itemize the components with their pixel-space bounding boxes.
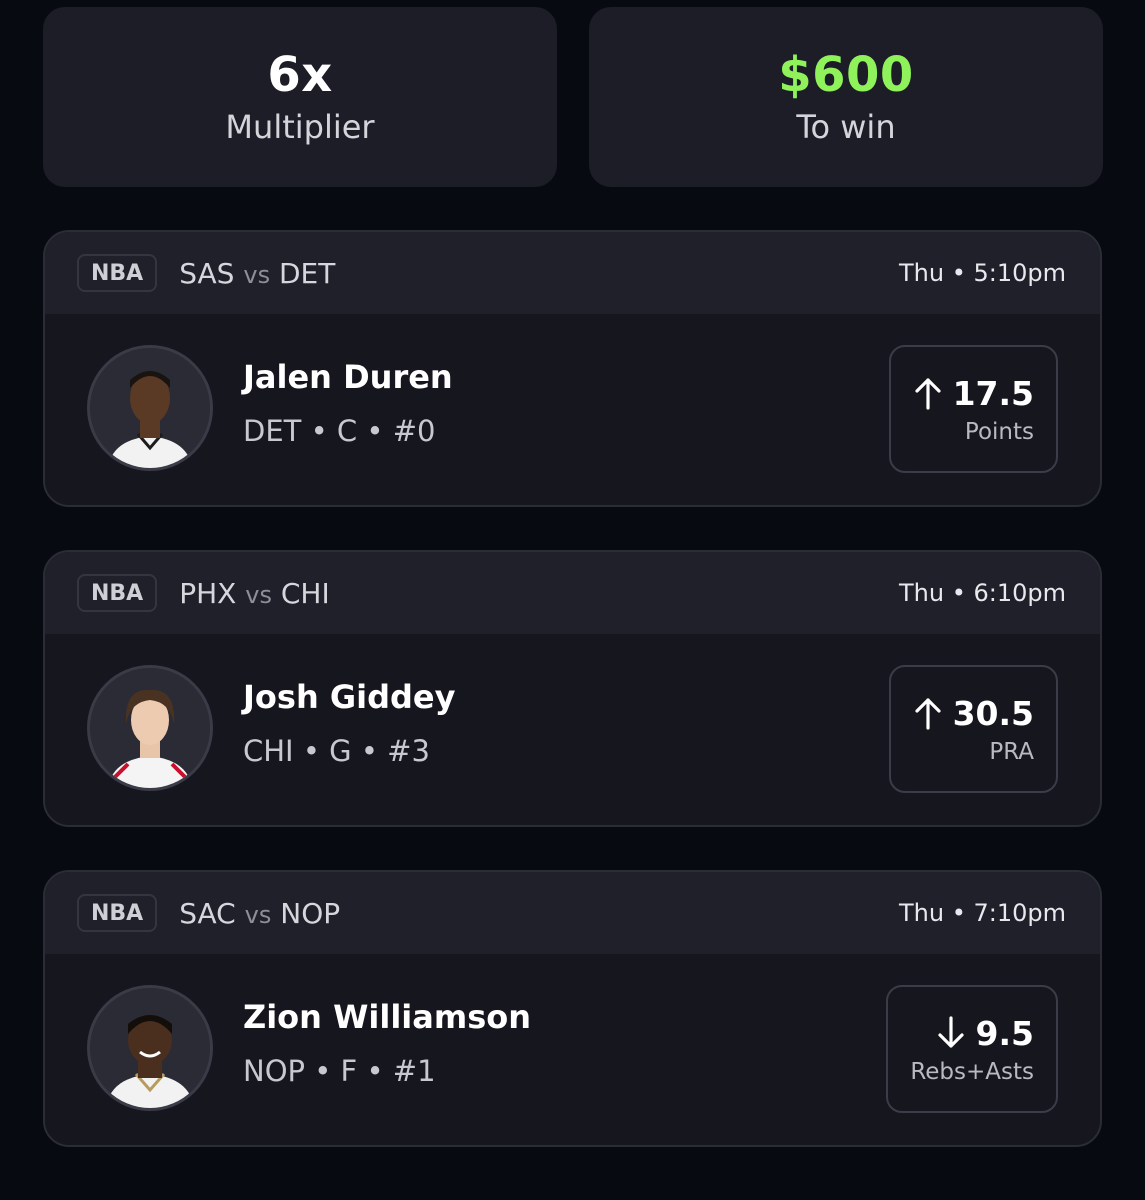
vs-label: vs bbox=[244, 900, 272, 929]
pick-card[interactable]: NBA SAC vs NOP Thu • 7:10pm Zion William… bbox=[43, 870, 1102, 1147]
payout-box: $600 To win bbox=[589, 7, 1103, 187]
league-badge: NBA bbox=[77, 574, 158, 612]
matchup: SAS vs DET bbox=[179, 257, 335, 290]
matchup: PHX vs CHI bbox=[179, 577, 330, 610]
line-value: 9.5 bbox=[975, 1013, 1034, 1053]
arrow-up-icon bbox=[914, 378, 941, 410]
league-badge: NBA bbox=[77, 894, 158, 932]
vs-label: vs bbox=[245, 580, 272, 609]
game-time: Thu • 6:10pm bbox=[898, 579, 1066, 607]
matchup: SAC vs NOP bbox=[179, 897, 340, 930]
pick-card-body: Josh Giddey CHI • G • #3 30.5 PRA bbox=[45, 634, 1100, 825]
pick-card-body: Zion Williamson NOP • F • #1 9.5 Rebs+As… bbox=[45, 954, 1100, 1145]
pick-card-header: NBA PHX vs CHI Thu • 6:10pm bbox=[45, 552, 1100, 634]
multiplier-value: 6x bbox=[267, 47, 333, 103]
player-meta: CHI • G • #3 bbox=[243, 734, 430, 768]
away-team: NOP bbox=[280, 896, 341, 930]
pick-card[interactable]: NBA SAS vs DET Thu • 5:10pm Jalen Duren bbox=[43, 230, 1102, 507]
player-name: Zion Williamson bbox=[243, 998, 531, 1036]
player-avatar[interactable] bbox=[87, 345, 213, 471]
line-value: 30.5 bbox=[952, 693, 1034, 733]
pick-card-body: Jalen Duren DET • C • #0 17.5 Points bbox=[45, 314, 1100, 505]
stat-type: PRA bbox=[989, 738, 1034, 765]
line-value: 17.5 bbox=[952, 373, 1034, 413]
vs-label: vs bbox=[243, 260, 271, 289]
entry-summary-screen: 6x Multiplier $600 To win NBA SAS vs DET… bbox=[0, 0, 1145, 1200]
player-meta: NOP • F • #1 bbox=[243, 1054, 436, 1088]
player-headshot-icon bbox=[90, 988, 210, 1108]
prop-line-button[interactable]: 9.5 Rebs+Asts bbox=[886, 985, 1058, 1113]
league-badge: NBA bbox=[77, 254, 158, 292]
prop-line-button[interactable]: 17.5 Points bbox=[888, 345, 1058, 473]
home-team: SAC bbox=[179, 896, 236, 930]
stat-type: Points bbox=[964, 418, 1034, 445]
pick-card[interactable]: NBA PHX vs CHI Thu • 6:10pm Josh Giddey bbox=[43, 550, 1102, 827]
stat-type: Rebs+Asts bbox=[910, 1058, 1034, 1085]
player-meta: DET • C • #0 bbox=[243, 414, 436, 448]
game-time: Thu • 7:10pm bbox=[898, 899, 1066, 927]
player-name: Jalen Duren bbox=[243, 358, 453, 396]
home-team: PHX bbox=[179, 576, 237, 610]
multiplier-box: 6x Multiplier bbox=[43, 7, 557, 187]
player-avatar[interactable] bbox=[87, 665, 213, 791]
away-team: DET bbox=[278, 256, 336, 290]
player-headshot-icon bbox=[90, 668, 210, 788]
multiplier-label: Multiplier bbox=[225, 108, 375, 146]
arrow-up-icon bbox=[914, 698, 941, 730]
player-headshot-icon bbox=[90, 348, 210, 468]
payout-value: $600 bbox=[778, 47, 914, 103]
pick-card-header: NBA SAC vs NOP Thu • 7:10pm bbox=[45, 872, 1100, 954]
game-time: Thu • 5:10pm bbox=[898, 259, 1066, 287]
player-name: Josh Giddey bbox=[243, 678, 456, 716]
away-team: CHI bbox=[280, 576, 330, 610]
arrow-down-icon bbox=[937, 1016, 964, 1048]
pick-card-header: NBA SAS vs DET Thu • 5:10pm bbox=[45, 232, 1100, 314]
prop-line-button[interactable]: 30.5 PRA bbox=[888, 665, 1058, 793]
home-team: SAS bbox=[179, 256, 235, 290]
player-avatar[interactable] bbox=[87, 985, 213, 1111]
payout-label: To win bbox=[796, 108, 896, 146]
